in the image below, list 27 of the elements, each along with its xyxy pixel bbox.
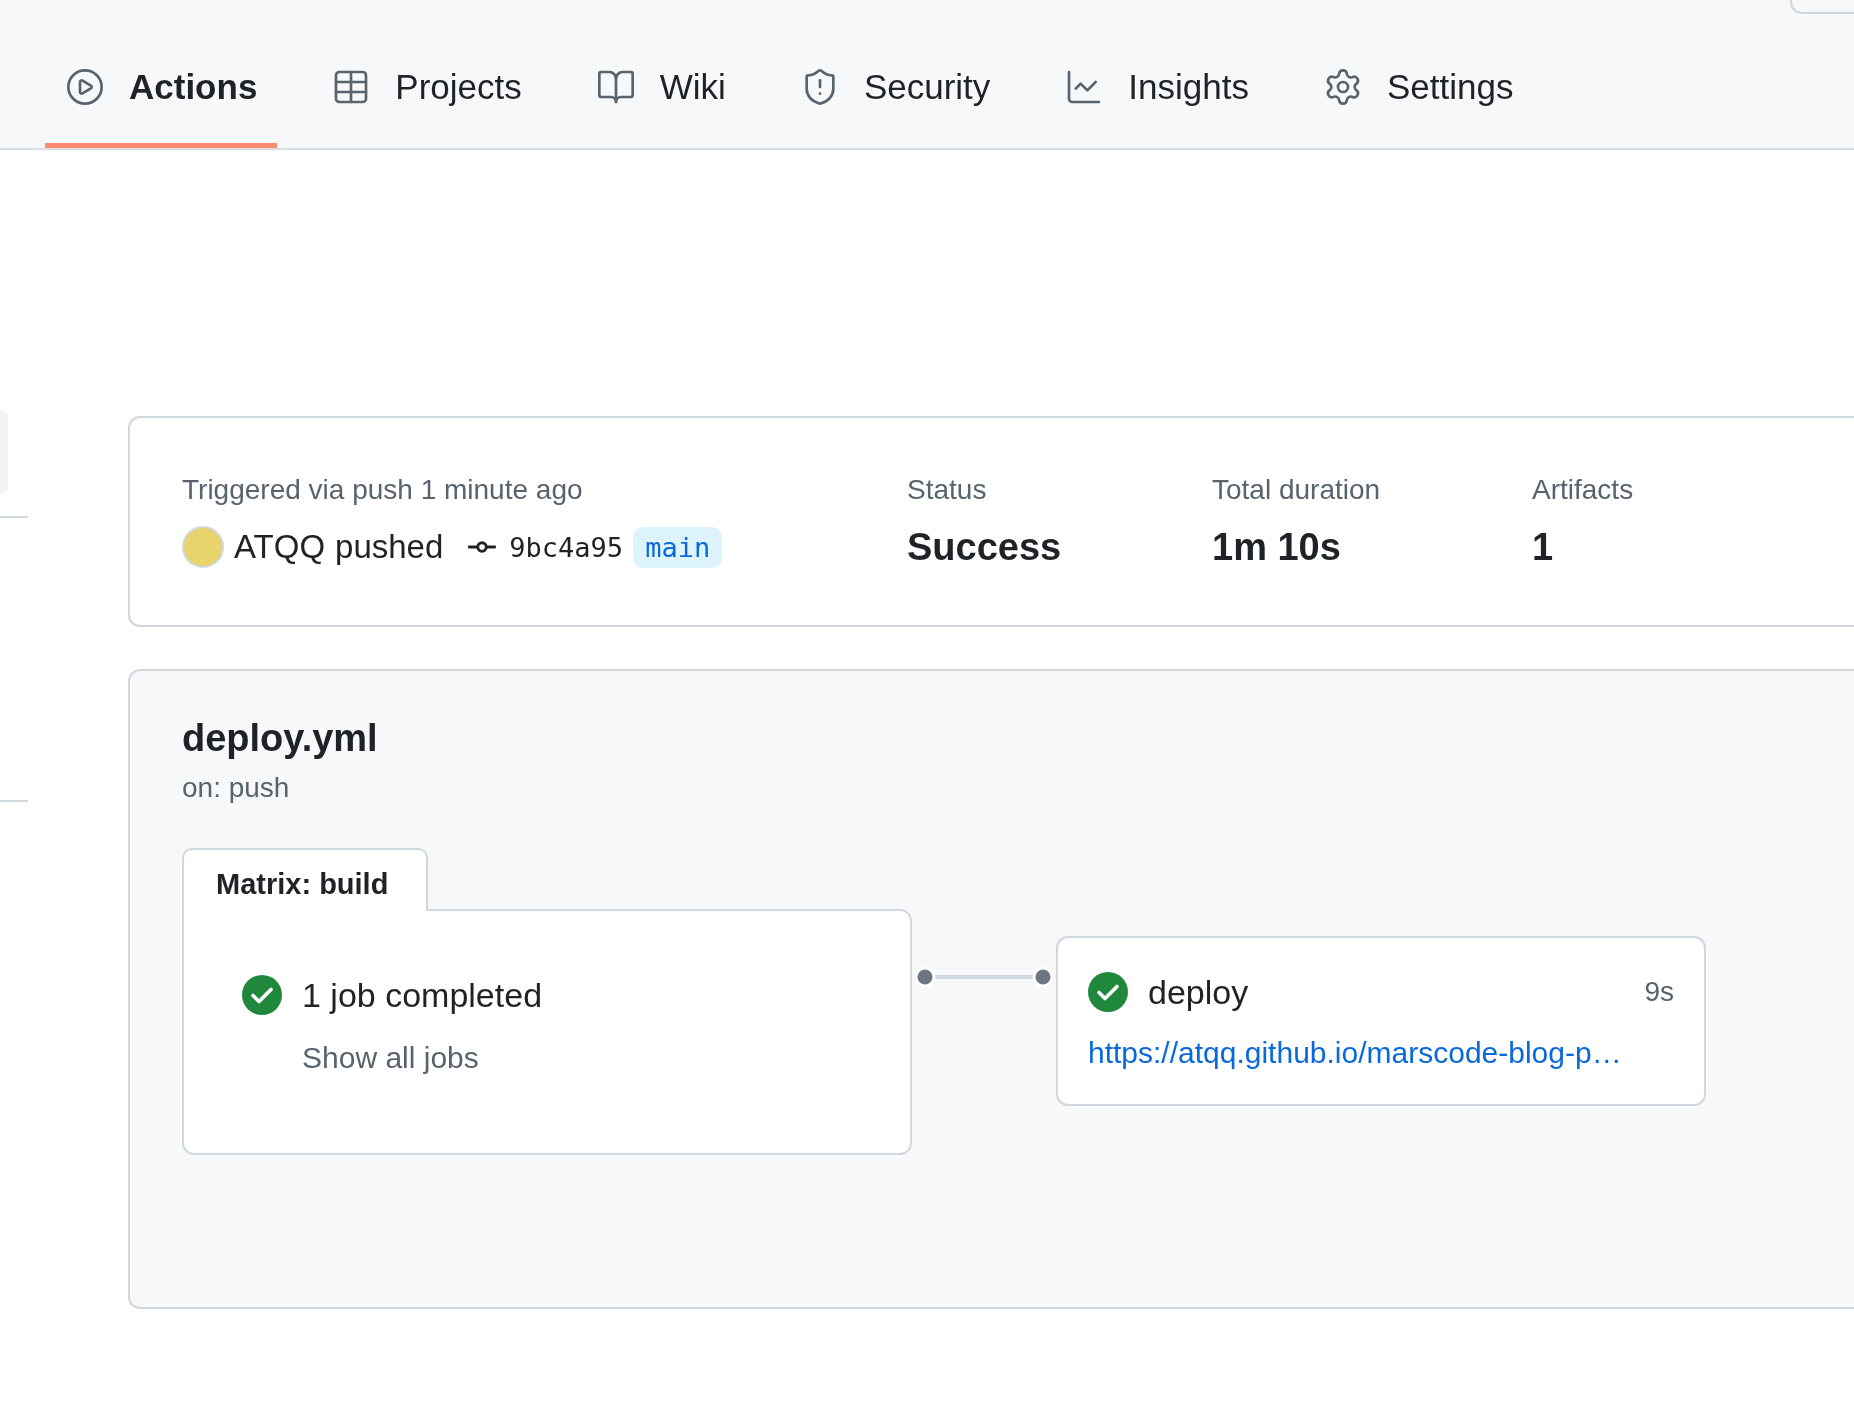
stat-value: 1 — [1532, 526, 1555, 569]
nav-tab[interactable]: Projects — [311, 67, 542, 148]
nav-tab[interactable]: Wiki — [575, 67, 746, 148]
nav-tab[interactable]: Security — [779, 67, 1011, 148]
show-jobs-link[interactable]: Show all jobs — [302, 1041, 852, 1075]
commit-sha[interactable]: 9bc4a95 — [509, 531, 624, 563]
stat-label: Total duration — [1212, 474, 1382, 506]
nav-tab[interactable]: Actions — [45, 67, 278, 148]
job-name: deploy — [1148, 972, 1249, 1012]
action-text: pushed — [335, 528, 444, 566]
stat-label: Status — [907, 474, 988, 506]
actor-name[interactable]: ATQQ — [234, 528, 326, 566]
play-circle-icon — [65, 67, 105, 107]
workflow-name: deploy.yml — [182, 717, 379, 760]
job-summary: 1 job completed — [302, 975, 543, 1015]
nav-tab[interactable]: Insights — [1044, 67, 1269, 148]
workflow-trigger: on: push — [182, 772, 291, 804]
stat-value: 1m 10s — [1212, 526, 1342, 569]
stat-value: Success — [907, 526, 1063, 569]
stat-label: Artifacts — [1532, 474, 1635, 506]
job-box[interactable]: deploy 9s https://atqq.github.io/marscode-blog-p… — [1056, 936, 1706, 1106]
trigger-text: Triggered via push 1 minute ago — [182, 474, 584, 506]
branch-label[interactable]: main — [633, 526, 723, 568]
deploy-url-link[interactable]: https://atqq.github.io/marscode-blog-p… — [1088, 1036, 1674, 1070]
nav-tab[interactable]: Settings — [1302, 67, 1534, 148]
job-duration: 9s — [1644, 976, 1674, 1008]
avatar — [182, 526, 224, 568]
